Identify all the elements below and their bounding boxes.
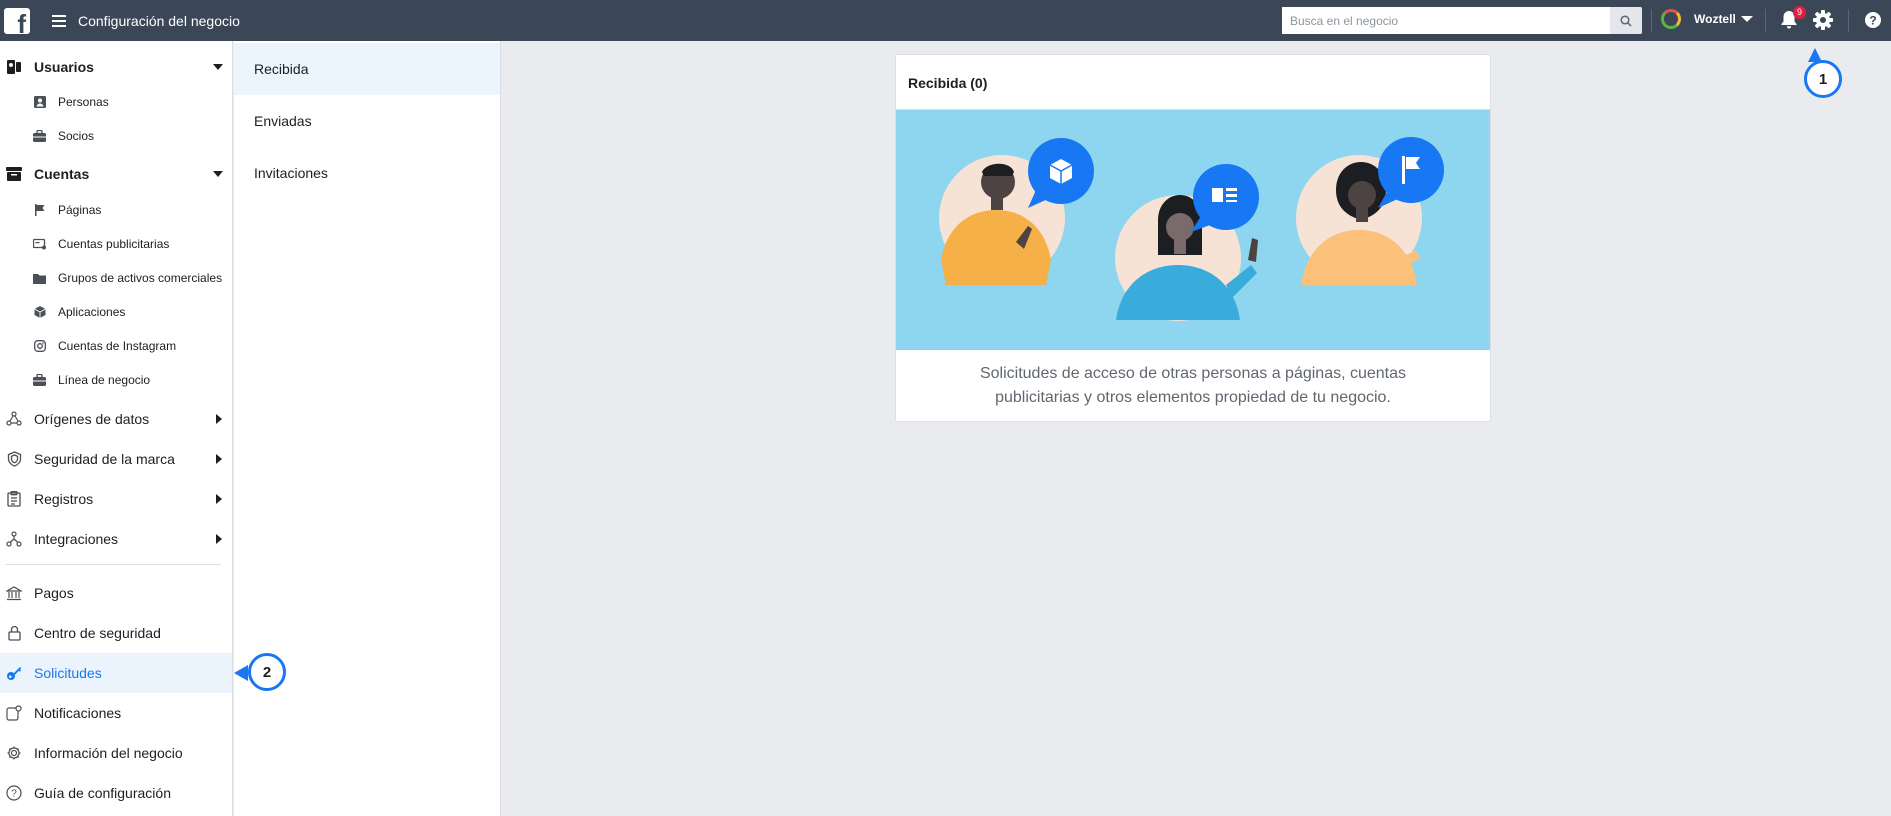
folder-icon: [33, 272, 46, 285]
sidebar-item-label: Socios: [58, 129, 95, 143]
business-avatar: [1661, 9, 1681, 29]
chevron-right-icon: [216, 534, 222, 544]
sidebar-item-label: Centro de seguridad: [34, 625, 161, 641]
empty-state-description: Solicitudes de acceso de otras personas …: [979, 365, 1407, 406]
sidebar-item-label: Guía de configuración: [34, 785, 171, 801]
help-icon[interactable]: ?: [1864, 11, 1882, 34]
sidebar-item-integrations[interactable]: Integraciones: [0, 527, 232, 551]
sidebar-item-data-sources[interactable]: Orígenes de datos: [0, 407, 232, 431]
chevron-down-icon: [1740, 16, 1753, 22]
briefcase-icon: [33, 130, 46, 143]
gear-icon: [6, 745, 22, 761]
sidebar-item-label: Páginas: [58, 203, 102, 217]
sidebar-item-paginas[interactable]: Páginas: [0, 200, 232, 220]
accounts-icon: [6, 166, 22, 182]
business-name: Woztell: [1694, 12, 1736, 26]
facebook-logo-icon[interactable]: f: [4, 7, 30, 37]
sidebar-item-apps[interactable]: Aplicaciones: [0, 302, 232, 322]
sidebar-item-label: Personas: [58, 95, 109, 109]
sidebar-item-requests[interactable]: Solicitudes: [0, 653, 232, 693]
sidebar-item-notifications[interactable]: Notificaciones: [0, 701, 232, 725]
chevron-down-icon: [213, 64, 223, 70]
tab-invitations[interactable]: Invitaciones: [234, 147, 500, 199]
cube-icon: [33, 306, 46, 319]
notifications-icon: [6, 705, 22, 721]
sidebar-item-asset-groups[interactable]: Grupos de activos comerciales: [0, 268, 232, 288]
chevron-right-icon: [216, 454, 222, 464]
tab-received[interactable]: Recibida: [234, 43, 500, 95]
sidebar-item-label: Integraciones: [34, 531, 119, 547]
sidebar-item-ad-accounts[interactable]: Cuentas publicitarias: [0, 234, 232, 254]
shield-icon: [6, 451, 22, 467]
sidebar-item-security-center[interactable]: Centro de seguridad: [0, 621, 232, 645]
person-icon: [33, 96, 46, 109]
business-switcher[interactable]: Woztell: [1661, 9, 1753, 29]
help-circle-icon: ?: [6, 785, 22, 801]
requests-subnav: Recibida Enviadas Invitaciones: [234, 41, 501, 816]
sidebar-item-logs[interactable]: Registros: [0, 487, 232, 511]
sidebar-item-label: Cuentas de Instagram: [58, 339, 177, 353]
ad-account-icon: [33, 238, 46, 251]
divider: [1651, 9, 1652, 32]
sidebar-item-brand-safety[interactable]: Seguridad de la marca: [0, 447, 232, 471]
sidebar-item-line-of-business[interactable]: Línea de negocio: [0, 370, 232, 390]
sidebar-item-label: Orígenes de datos: [34, 411, 150, 427]
bank-icon: [6, 585, 22, 601]
chevron-right-icon: [216, 414, 222, 424]
divider: [1765, 9, 1766, 32]
sidebar-item-label: Aplicaciones: [58, 305, 126, 319]
sidebar-item-label: Registros: [34, 491, 94, 507]
app-title: Configuración del negocio: [78, 12, 240, 29]
sidebar-item-setup-guide[interactable]: ? Guía de configuración: [0, 781, 232, 805]
sidebar-section-label: Cuentas: [34, 166, 90, 182]
chevron-right-icon: [216, 494, 222, 504]
sidebar-item-label: Información del negocio: [34, 745, 183, 761]
sidebar: Usuarios Personas Socios Cuentas Páginas…: [0, 41, 233, 816]
sidebar-item-personas[interactable]: Personas: [0, 92, 232, 112]
sidebar-item-label: Notificaciones: [34, 705, 122, 721]
sidebar-item-label: Grupos de activos comerciales: [58, 271, 223, 285]
search-icon: [1620, 14, 1632, 27]
sidebar-item-label: Solicitudes: [34, 665, 102, 681]
callout-marker-2: 2: [248, 653, 286, 691]
instagram-icon: [33, 340, 46, 353]
data-sources-icon: [6, 411, 22, 427]
callout-pointer: [234, 665, 248, 681]
settings-gear-icon[interactable]: [1812, 9, 1834, 36]
sidebar-item-instagram[interactable]: Cuentas de Instagram: [0, 336, 232, 356]
sidebar-item-label: Seguridad de la marca: [34, 451, 175, 467]
search-button[interactable]: [1610, 7, 1642, 34]
search-box: [1282, 7, 1642, 34]
key-icon: [6, 665, 22, 681]
clipboard-icon: [6, 491, 22, 507]
sidebar-section-users[interactable]: Usuarios: [0, 55, 232, 79]
sidebar-divider: [6, 564, 221, 565]
received-requests-card: Recibida (0) Solicitudes de acceso de ot…: [895, 54, 1491, 422]
sidebar-item-label: Línea de negocio: [58, 373, 151, 387]
briefcase-icon: [33, 374, 46, 387]
sidebar-item-socios[interactable]: Socios: [0, 126, 232, 146]
chevron-down-icon: [213, 171, 223, 177]
users-icon: [6, 59, 22, 75]
top-bar: f Configuración del negocio Woztell 9 ?: [0, 0, 1891, 41]
menu-icon[interactable]: [52, 14, 66, 27]
sidebar-item-payments[interactable]: Pagos: [0, 581, 232, 605]
sidebar-section-label: Usuarios: [34, 59, 94, 75]
search-input[interactable]: [1282, 7, 1610, 34]
flag-icon: [33, 204, 46, 217]
svg-text:?: ?: [1869, 14, 1876, 28]
notification-badge: 9: [1793, 6, 1806, 19]
lock-icon: [6, 625, 22, 641]
sidebar-section-accounts[interactable]: Cuentas: [0, 162, 232, 186]
empty-state-illustration: [896, 110, 1490, 350]
tab-sent[interactable]: Enviadas: [234, 95, 500, 147]
svg-text:?: ?: [11, 789, 17, 800]
integrations-icon: [6, 531, 22, 547]
callout-marker-1: 1: [1804, 60, 1842, 98]
sidebar-item-label: Pagos: [34, 585, 74, 601]
sidebar-item-business-info[interactable]: Información del negocio: [0, 741, 232, 765]
sidebar-item-label: Cuentas publicitarias: [58, 237, 170, 251]
card-title: Recibida (0): [908, 75, 988, 91]
divider: [1848, 9, 1849, 32]
